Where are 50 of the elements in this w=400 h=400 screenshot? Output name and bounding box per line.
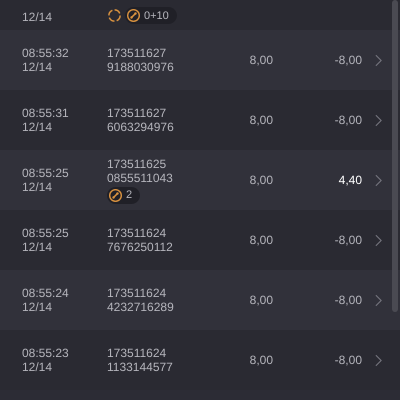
win-amount: -8,00 — [334, 53, 362, 67]
round-id-text: 173511627 — [107, 46, 168, 60]
round-id-text: 173511624 — [107, 286, 168, 300]
time-text: 08:55:25 — [22, 166, 70, 180]
round-id-text: 1133144577 — [107, 360, 174, 374]
bet-amount: 8,00 — [250, 53, 273, 67]
bet-amount: 8,00 — [250, 113, 273, 127]
history-row[interactable]: 08:55:32 12/14 173511627 9188030976 8,00 -8,00 — [0, 30, 400, 90]
round-id-text: 6063294976 — [107, 120, 175, 134]
bet-amount: 8,00 — [250, 293, 273, 307]
history-row[interactable]: 08:55:25 12/14 173511625 0855511043 2 8,00 4,40 — [0, 150, 400, 210]
round-id-text: 173511624 — [107, 346, 168, 360]
chevron-right-icon[interactable] — [375, 114, 382, 126]
time-text: 08:55:23 — [22, 346, 70, 360]
bet-amount: 8,00 — [250, 233, 273, 247]
bonus-badge: 2 — [107, 186, 140, 204]
round-id-text: 0855511043 — [107, 170, 174, 184]
chevron-right-icon[interactable] — [375, 174, 382, 186]
chevron-right-icon[interactable] — [375, 54, 382, 66]
round-id-text: 9188030976 — [107, 60, 175, 74]
bet-amount: 8,00 — [250, 353, 273, 367]
round-id-text: 173511625 — [107, 156, 168, 170]
bet-amount: 8,00 — [250, 173, 273, 187]
win-amount: 4,40 — [338, 173, 362, 187]
win-amount: -8,00 — [334, 233, 362, 247]
date-text: 12/14 — [22, 360, 54, 374]
scrollbar[interactable] — [392, 0, 398, 312]
win-amount: -8,00 — [334, 353, 362, 367]
chevron-right-icon[interactable] — [375, 354, 382, 366]
history-row[interactable]: 08:55:24 12/14 173511624 4232716289 8,00 -8,00 — [0, 270, 400, 330]
date-text: 12/14 — [22, 120, 54, 134]
date-text: 12/14 — [22, 60, 54, 74]
chevron-right-icon[interactable] — [375, 294, 382, 306]
date-text: 12/14 — [22, 240, 54, 254]
round-id-text: 173511627 — [107, 106, 168, 120]
chevron-right-icon[interactable] — [375, 234, 382, 246]
time-text: 08:55:25 — [22, 226, 70, 240]
time-text: 08:55:24 — [22, 286, 70, 300]
refresh-icon — [107, 8, 122, 23]
bonus-badge: 0+10 — [125, 7, 177, 24]
round-id-text: 4232716289 — [107, 300, 175, 314]
time-text: 08:55:31 — [22, 106, 70, 120]
win-amount: -8,00 — [334, 293, 362, 307]
date-text: 12/14 — [22, 300, 54, 314]
round-id-text: 7676250112 — [107, 240, 174, 254]
round-id-text: 173511624 — [107, 226, 168, 240]
win-amount: -8,00 — [334, 113, 362, 127]
date-text: 12/14 — [22, 180, 54, 194]
date-text: 12/14 — [22, 10, 54, 24]
time-text: 08:55:32 — [22, 46, 70, 60]
